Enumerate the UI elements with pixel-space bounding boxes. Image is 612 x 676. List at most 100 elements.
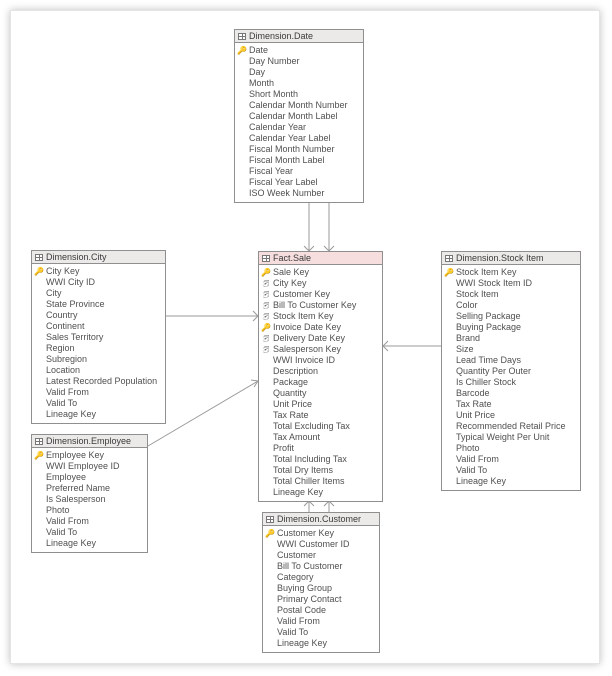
column[interactable]: ·Total Excluding Tax xyxy=(262,421,378,432)
column[interactable]: 🔑Invoice Date Key xyxy=(262,322,378,333)
column[interactable]: ·Customer xyxy=(266,550,375,561)
column[interactable]: ·Employee xyxy=(35,472,143,483)
column[interactable]: ·Fiscal Year Label xyxy=(238,177,359,188)
column[interactable]: ·Valid From xyxy=(445,454,576,465)
column[interactable]: ·Unit Price xyxy=(262,399,378,410)
column[interactable]: ⎘Customer Key xyxy=(262,289,378,300)
column[interactable]: ·Brand xyxy=(445,333,576,344)
column[interactable]: ⎘City Key xyxy=(262,278,378,289)
column[interactable]: ·ISO Week Number xyxy=(238,188,359,199)
column[interactable]: ·Category xyxy=(266,572,375,583)
column[interactable]: ·Buying Package xyxy=(445,322,576,333)
column[interactable]: ·Lineage Key xyxy=(262,487,378,498)
table-header[interactable]: Fact.Sale xyxy=(259,252,382,265)
column[interactable]: ·Recommended Retail Price xyxy=(445,421,576,432)
column[interactable]: ·Country xyxy=(35,310,161,321)
column[interactable]: ·Day xyxy=(238,67,359,78)
column[interactable]: 🔑Employee Key xyxy=(35,450,143,461)
column[interactable]: ·Color xyxy=(445,300,576,311)
column[interactable]: ·WWI Employee ID xyxy=(35,461,143,472)
column[interactable]: ⎘Salesperson Key xyxy=(262,344,378,355)
column[interactable]: ·WWI Invoice ID xyxy=(262,355,378,366)
column[interactable]: ·Location xyxy=(35,365,161,376)
column[interactable]: ·Valid To xyxy=(35,398,161,409)
column[interactable]: ·Description xyxy=(262,366,378,377)
column[interactable]: 🔑Date xyxy=(238,45,359,56)
table-header[interactable]: Dimension.Customer xyxy=(263,513,379,526)
column[interactable]: ·Calendar Month Number xyxy=(238,100,359,111)
column[interactable]: ·Fiscal Month Label xyxy=(238,155,359,166)
table-dimension-customer[interactable]: Dimension.Customer 🔑Customer Key·WWI Cus… xyxy=(262,512,380,653)
column[interactable]: ·WWI Stock Item ID xyxy=(445,278,576,289)
column[interactable]: ·Photo xyxy=(445,443,576,454)
column[interactable]: ·Stock Item xyxy=(445,289,576,300)
table-dimension-city[interactable]: Dimension.City 🔑City Key·WWI City ID·Cit… xyxy=(31,250,166,424)
column[interactable]: ·Tax Rate xyxy=(445,399,576,410)
column[interactable]: ·Calendar Month Label xyxy=(238,111,359,122)
column[interactable]: ·Month xyxy=(238,78,359,89)
column[interactable]: ·Barcode xyxy=(445,388,576,399)
column[interactable]: ·Selling Package xyxy=(445,311,576,322)
column[interactable]: ⎘Delivery Date Key xyxy=(262,333,378,344)
column[interactable]: ·Short Month xyxy=(238,89,359,100)
column[interactable]: ·Valid From xyxy=(266,616,375,627)
table-dimension-stock-item[interactable]: Dimension.Stock Item 🔑Stock Item Key·WWI… xyxy=(441,251,581,491)
column[interactable]: ·WWI City ID xyxy=(35,277,161,288)
column[interactable]: ·Profit xyxy=(262,443,378,454)
column[interactable]: 🔑City Key xyxy=(35,266,161,277)
column[interactable]: 🔑Sale Key xyxy=(262,267,378,278)
column[interactable]: ·Lineage Key xyxy=(445,476,576,487)
column[interactable]: ⎘Stock Item Key xyxy=(262,311,378,322)
column[interactable]: ·Valid To xyxy=(35,527,143,538)
column[interactable]: ·Lineage Key xyxy=(35,409,161,420)
column[interactable]: ·Valid To xyxy=(266,627,375,638)
table-dimension-employee[interactable]: Dimension.Employee 🔑Employee Key·WWI Emp… xyxy=(31,434,148,553)
column[interactable]: ·Lineage Key xyxy=(35,538,143,549)
column[interactable]: ·Is Salesperson xyxy=(35,494,143,505)
column[interactable]: ·Total Including Tax xyxy=(262,454,378,465)
column[interactable]: ·Valid To xyxy=(445,465,576,476)
column[interactable]: ·Buying Group xyxy=(266,583,375,594)
column[interactable]: ·Tax Rate xyxy=(262,410,378,421)
column[interactable]: ·Day Number xyxy=(238,56,359,67)
column[interactable]: ·Primary Contact xyxy=(266,594,375,605)
column[interactable]: ·Fiscal Month Number xyxy=(238,144,359,155)
column[interactable]: ·State Province xyxy=(35,299,161,310)
column[interactable]: ·Bill To Customer xyxy=(266,561,375,572)
column[interactable]: ·Total Chiller Items xyxy=(262,476,378,487)
column[interactable]: ·Tax Amount xyxy=(262,432,378,443)
column[interactable]: 🔑Stock Item Key xyxy=(445,267,576,278)
table-header[interactable]: Dimension.Employee xyxy=(32,435,147,448)
column[interactable]: ·Photo xyxy=(35,505,143,516)
column[interactable]: ·Unit Price xyxy=(445,410,576,421)
column[interactable]: ·Postal Code xyxy=(266,605,375,616)
table-fact-sale[interactable]: Fact.Sale 🔑Sale Key⎘City Key⎘Customer Ke… xyxy=(258,251,383,502)
column[interactable]: ·Subregion xyxy=(35,354,161,365)
column[interactable]: ⎘Bill To Customer Key xyxy=(262,300,378,311)
table-dimension-date[interactable]: Dimension.Date 🔑Date·Day Number·Day·Mont… xyxy=(234,29,364,203)
column[interactable]: ·Latest Recorded Population xyxy=(35,376,161,387)
column[interactable]: ·Valid From xyxy=(35,387,161,398)
column[interactable]: ·Size xyxy=(445,344,576,355)
table-header[interactable]: Dimension.Stock Item xyxy=(442,252,580,265)
column[interactable]: ·Preferred Name xyxy=(35,483,143,494)
column[interactable]: ·Package xyxy=(262,377,378,388)
table-header[interactable]: Dimension.City xyxy=(32,251,165,264)
column[interactable]: ·WWI Customer ID xyxy=(266,539,375,550)
column[interactable]: ·Region xyxy=(35,343,161,354)
column[interactable]: ·Lead Time Days xyxy=(445,355,576,366)
column[interactable]: ·Quantity xyxy=(262,388,378,399)
column[interactable]: ·Lineage Key xyxy=(266,638,375,649)
column[interactable]: ·Sales Territory xyxy=(35,332,161,343)
column[interactable]: ·Quantity Per Outer xyxy=(445,366,576,377)
column[interactable]: ·Valid From xyxy=(35,516,143,527)
column[interactable]: ·Total Dry Items xyxy=(262,465,378,476)
column[interactable]: ·City xyxy=(35,288,161,299)
column[interactable]: ·Calendar Year xyxy=(238,122,359,133)
column[interactable]: ·Calendar Year Label xyxy=(238,133,359,144)
column[interactable]: ·Is Chiller Stock xyxy=(445,377,576,388)
table-header[interactable]: Dimension.Date xyxy=(235,30,363,43)
column[interactable]: ·Typical Weight Per Unit xyxy=(445,432,576,443)
column[interactable]: 🔑Customer Key xyxy=(266,528,375,539)
column[interactable]: ·Continent xyxy=(35,321,161,332)
